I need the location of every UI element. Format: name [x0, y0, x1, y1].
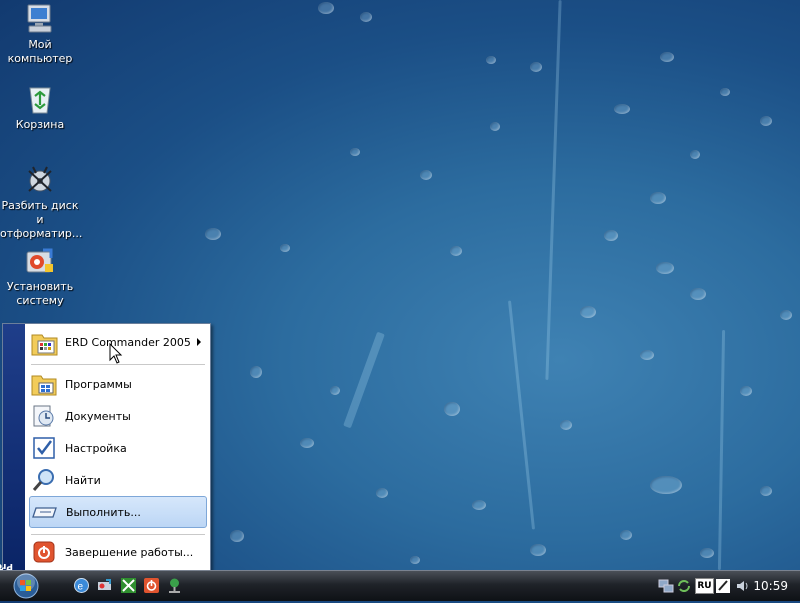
- rain-streak: [343, 331, 385, 429]
- menu-item-settings[interactable]: Настройка: [29, 434, 205, 462]
- rain-drop: [780, 310, 792, 320]
- network-tool-icon[interactable]: [96, 577, 113, 594]
- menu-item-search[interactable]: Найти: [29, 466, 205, 494]
- rain-drop: [410, 556, 420, 564]
- pen-tool-icon[interactable]: [715, 578, 731, 594]
- menu-item-label: Настройка: [65, 441, 127, 455]
- rain-drop: [360, 12, 372, 22]
- menu-item-shutdown[interactable]: Завершение работы...: [29, 538, 205, 566]
- sync-icon[interactable]: [676, 578, 692, 594]
- windows-orb-icon: [13, 573, 39, 599]
- desktop-icon-label: Установить систему: [6, 280, 74, 307]
- rain-drop: [656, 262, 674, 274]
- programs-folder-icon: [31, 371, 57, 397]
- desktop-icon-partition-disk[interactable]: Разбить диск и отформатир...: [0, 163, 83, 241]
- rain-drop: [530, 62, 542, 72]
- rain-drop: [690, 150, 700, 159]
- rain-drop: [650, 192, 666, 204]
- rain-drop: [280, 244, 290, 252]
- install-system-icon: [23, 244, 57, 278]
- menu-item-label: Выполнить...: [66, 505, 141, 519]
- rain-drop: [486, 56, 496, 64]
- rain-drop: [300, 438, 314, 448]
- system-tray: RU 10:59: [655, 571, 800, 601]
- rain-drop: [444, 402, 460, 416]
- rain-drop: [420, 170, 432, 180]
- menu-item-documents[interactable]: Документы: [29, 402, 205, 430]
- rain-drop: [760, 486, 772, 496]
- rain-drop: [560, 420, 572, 430]
- rain-drop: [640, 350, 654, 360]
- menu-item-label: Документы: [65, 409, 131, 423]
- search-icon: [31, 467, 57, 493]
- desktop-icon-my-computer[interactable]: Мой компьютер: [0, 2, 80, 66]
- rain-drop: [580, 306, 596, 318]
- menu-item-label: Программы: [65, 377, 132, 391]
- rain-drop: [490, 122, 500, 131]
- documents-icon: [31, 403, 57, 429]
- rain-drop: [376, 488, 388, 498]
- rain-drop: [650, 476, 682, 494]
- rain-drop: [330, 386, 340, 395]
- start-menu: Windows Preinstallation Environment ERD …: [0, 323, 211, 583]
- rain-drop: [205, 228, 221, 240]
- shutdown-icon: [31, 539, 57, 565]
- run-icon: [32, 499, 58, 525]
- taskbar: e RU 10:59: [0, 570, 800, 601]
- rain-drop: [250, 366, 262, 378]
- rain-drop: [604, 230, 618, 241]
- svg-text:e: e: [78, 582, 84, 593]
- volume-icon[interactable]: [735, 578, 751, 594]
- rain-drop: [318, 2, 334, 14]
- rain-streak: [507, 300, 536, 530]
- rain-drop: [660, 52, 674, 62]
- menu-item-programs[interactable]: Программы: [29, 370, 205, 398]
- power-tool-icon[interactable]: [143, 577, 160, 594]
- menu-separator: [31, 534, 205, 535]
- rain-drop: [450, 246, 462, 256]
- menu-item-label: ERD Commander 2005: [65, 335, 191, 349]
- clock[interactable]: 10:59: [753, 579, 788, 593]
- network-status-icon[interactable]: [658, 578, 674, 594]
- settings-icon: [31, 435, 57, 461]
- start-button[interactable]: [5, 572, 47, 600]
- partition-disk-icon: [23, 163, 57, 197]
- language-indicator[interactable]: RU: [695, 578, 714, 594]
- rain-drop: [740, 386, 752, 396]
- rain-drop: [700, 548, 714, 558]
- start-menu-side-stripe: Windows Preinstallation Environment: [0, 324, 25, 583]
- menu-item-label: Завершение работы...: [65, 545, 194, 559]
- rain-streak: [717, 329, 726, 570]
- rain-drop: [720, 88, 730, 96]
- desktop-icon-label: Корзина: [15, 118, 65, 131]
- desktop-icon-install-system[interactable]: Установить систему: [0, 244, 80, 308]
- browser-icon[interactable]: e: [73, 577, 90, 594]
- my-computer-icon: [23, 2, 57, 36]
- erd-commander-icon: [31, 329, 58, 356]
- rain-drop: [472, 500, 486, 510]
- desktop-icon-recycle-bin[interactable]: Корзина: [0, 82, 80, 132]
- rain-drop: [530, 544, 546, 556]
- rain-drop: [230, 530, 244, 542]
- grid-tool-icon[interactable]: [120, 577, 137, 594]
- rain-drop: [350, 148, 360, 156]
- menu-item-label: Найти: [65, 473, 101, 487]
- rain-drop: [690, 288, 706, 300]
- network-share-icon[interactable]: [166, 577, 183, 594]
- mouse-pointer-icon: [109, 343, 123, 364]
- rain-drop: [760, 116, 772, 126]
- rain-drop: [614, 104, 630, 114]
- rain-drop: [620, 530, 632, 540]
- rain-streak: [545, 0, 562, 380]
- desktop-icon-label: Мой компьютер: [7, 38, 73, 65]
- desktop-icon-label: Разбить диск и отформатир...: [0, 199, 83, 240]
- menu-item-run[interactable]: Выполнить...: [29, 496, 207, 528]
- submenu-arrow-icon: [197, 338, 201, 346]
- recycle-bin-icon: [23, 82, 57, 116]
